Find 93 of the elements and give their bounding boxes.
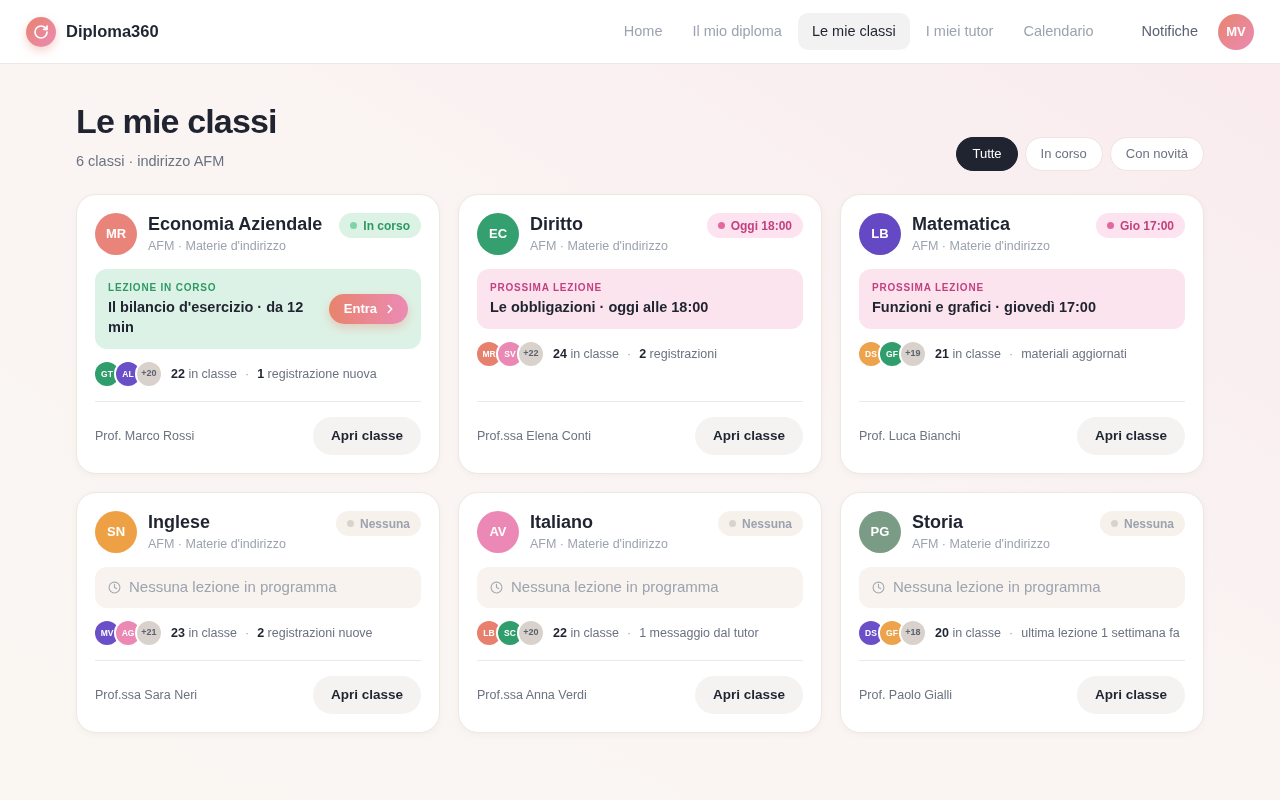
class-meta: AFM · Materie d'indirizzo: [148, 238, 287, 255]
separator-dot: ·: [627, 345, 632, 363]
member-avatar: SC: [498, 621, 522, 645]
teacher-name: Prof. Paolo Gialli: [859, 686, 953, 704]
clock-icon: [108, 581, 121, 594]
class-title: Inglese: [148, 511, 212, 533]
status-badge: Oggi 18:00: [706, 213, 803, 238]
member-avatar: AG: [116, 621, 140, 645]
enrolled-count: 22 in classe: [553, 624, 619, 642]
open-class-button[interactable]: Apri classe: [312, 676, 421, 714]
teacher-avatar: MR: [95, 213, 137, 255]
class-title: Matematica: [912, 213, 1012, 235]
member-avatar: DS: [859, 621, 883, 645]
page-subtitle: 6 classi · indirizzo AFM: [76, 152, 226, 171]
empty-lesson-text: Nessuna lezione in programma: [129, 577, 337, 598]
teacher-name: Prof.ssa Elena Conti: [477, 427, 591, 445]
lesson-title: Il bilancio d'esercizio · da 12 min: [108, 298, 305, 337]
notifications-link[interactable]: Notifiche: [1141, 20, 1198, 43]
status-badge: Nessuna: [335, 511, 421, 536]
filter-chip[interactable]: In corso: [1024, 137, 1103, 171]
class-title: Diritto: [530, 213, 584, 235]
class-meta: AFM · Materie d'indirizzo: [912, 536, 1051, 553]
lesson-label: PROSSIMA LEZIONE: [490, 281, 603, 294]
lesson-label: LEZIONE IN CORSO: [108, 281, 218, 294]
teacher-name: Prof. Luca Bianchi: [859, 427, 961, 445]
member-avatar: AL: [116, 362, 140, 386]
more-members-count: +20: [519, 621, 543, 645]
lesson-title: Le obbligazioni · oggi alle 18:00: [490, 298, 710, 317]
class-meta: AFM · Materie d'indirizzo: [148, 536, 287, 553]
brand-name: Diploma360: [66, 21, 159, 43]
teacher-name: Prof. Marco Rossi: [95, 427, 195, 445]
clock-icon: [490, 581, 503, 594]
member-avatar: SV: [498, 342, 522, 366]
member-avatar: MV: [95, 621, 119, 645]
enrolled-count: 24 in classe: [553, 345, 619, 363]
class-meta: AFM · Materie d'indirizzo: [530, 238, 669, 255]
class-update-note: 2 registrazioni nuove: [257, 624, 373, 642]
open-class-button[interactable]: Apri classe: [694, 417, 803, 455]
open-class-button[interactable]: Apri classe: [312, 417, 421, 455]
separator-dot: ·: [627, 624, 632, 642]
open-class-button[interactable]: Apri classe: [1076, 676, 1185, 714]
member-avatar: DS: [859, 342, 883, 366]
teacher-avatar: AV: [477, 511, 519, 553]
class-update-note: 2 registrazioni: [639, 345, 717, 363]
circular-arrow-logo-icon: [26, 16, 56, 47]
clock-icon: [872, 581, 885, 594]
class-meta: AFM · Materie d'indirizzo: [530, 536, 669, 553]
separator-dot: ·: [1009, 624, 1014, 642]
teacher-avatar: PG: [859, 511, 901, 553]
teacher-name: Prof.ssa Sara Neri: [95, 686, 198, 704]
class-update-note: ultima lezione 1 settimana fa: [1021, 624, 1180, 642]
enrolled-count: 22 in classe: [171, 365, 237, 383]
class-update-note: 1 messaggio dal tutor: [639, 624, 759, 642]
teacher-avatar: EC: [477, 213, 519, 255]
page-title: Le mie classi: [76, 101, 277, 141]
separator-dot: ·: [1009, 345, 1014, 363]
teacher-avatar: SN: [95, 511, 137, 553]
member-avatar: GF: [880, 342, 904, 366]
more-members-count: +19: [901, 342, 925, 366]
class-title: Economia Aziendale: [148, 213, 324, 235]
member-avatar: LB: [477, 621, 501, 645]
class-title: Italiano: [530, 511, 594, 533]
member-avatar: GT: [95, 362, 119, 386]
status-badge: Gio 17:00: [1095, 213, 1185, 238]
more-members-count: +18: [901, 621, 925, 645]
teacher-name: Prof.ssa Anna Verdi: [477, 686, 587, 704]
status-badge: Nessuna: [1099, 511, 1185, 536]
enrolled-count: 20 in classe: [935, 624, 1001, 642]
separator-dot: ·: [245, 365, 250, 383]
more-members-count: +22: [519, 342, 543, 366]
separator-dot: ·: [245, 624, 250, 642]
class-update-note: 1 registrazione nuova: [257, 365, 377, 383]
class-title: Storia: [912, 511, 964, 533]
open-class-button[interactable]: Apri classe: [694, 676, 803, 714]
open-class-button[interactable]: Apri classe: [1076, 417, 1185, 455]
status-badge: In corso: [339, 213, 421, 238]
lesson-label: PROSSIMA LEZIONE: [872, 281, 985, 294]
enrolled-count: 23 in classe: [171, 624, 237, 642]
more-members-count: +20: [137, 362, 161, 386]
empty-lesson-text: Nessuna lezione in programma: [511, 577, 719, 598]
class-meta: AFM · Materie d'indirizzo: [912, 238, 1051, 255]
enrolled-count: 21 in classe: [935, 345, 1001, 363]
filter-chip[interactable]: Tutte: [956, 137, 1018, 171]
more-members-count: +21: [137, 621, 161, 645]
nav-link[interactable]: Le mie classi: [797, 13, 910, 50]
empty-lesson-text: Nessuna lezione in programma: [893, 577, 1101, 598]
class-update-note: materiali aggiornati: [1021, 345, 1127, 363]
lesson-title: Funzioni e grafici · giovedì 17:00: [872, 298, 1097, 317]
member-avatar: MR: [477, 342, 501, 366]
member-avatar: GF: [880, 621, 904, 645]
filter-chip[interactable]: Con novità: [1109, 137, 1204, 171]
teacher-avatar: LB: [859, 213, 901, 255]
status-badge: Nessuna: [717, 511, 803, 536]
